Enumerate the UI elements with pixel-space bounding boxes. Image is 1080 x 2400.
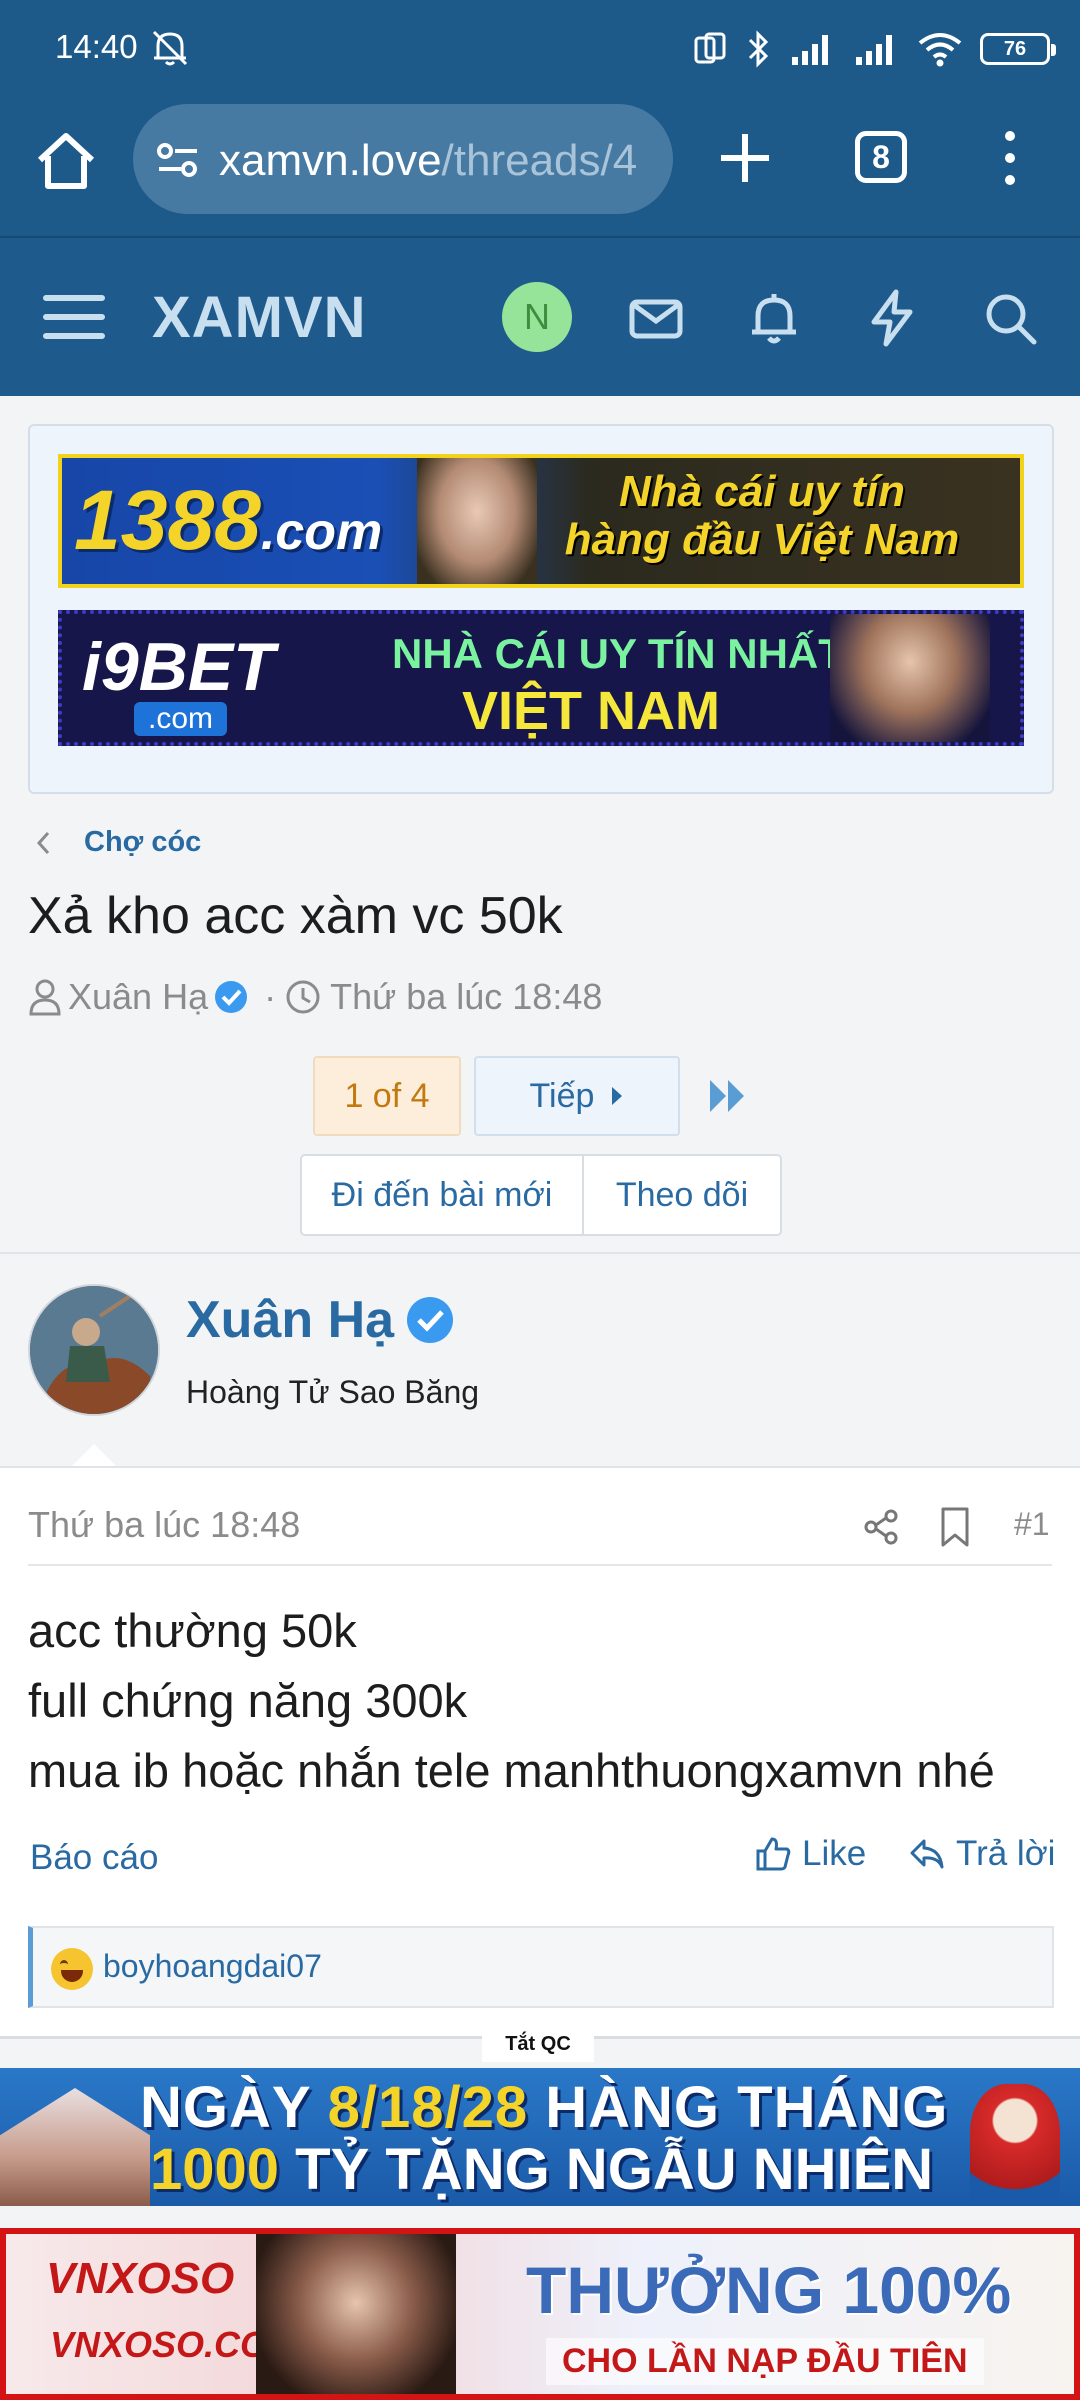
ad-brand: 1388.com bbox=[74, 473, 383, 567]
verified-badge-icon bbox=[407, 1297, 454, 1343]
reactions-bar[interactable]: boyhoangdai07 bbox=[28, 1926, 1054, 2008]
user-avatar-button[interactable]: N bbox=[502, 282, 572, 352]
post-username[interactable]: Xuân Hạ bbox=[186, 1290, 456, 1350]
thread-meta: Xuân Hạ · Thứ ba lúc 18:48 bbox=[28, 976, 602, 1018]
watch-thread-button[interactable]: Theo dõi bbox=[584, 1156, 780, 1234]
wifi-icon bbox=[918, 33, 962, 67]
post-line: mua ib hoặc nhắn tele manhthuongxamvn nh… bbox=[28, 1744, 995, 1797]
nfc-icon bbox=[694, 32, 726, 64]
ad-model-image bbox=[256, 2234, 456, 2394]
ad-subline: CHO LẦN NẠP ĐẦU TIÊN bbox=[546, 2338, 984, 2385]
clock-icon bbox=[286, 980, 320, 1014]
ad-model-image bbox=[830, 614, 990, 742]
inbox-icon[interactable] bbox=[626, 288, 686, 348]
site-logo[interactable]: XAMVN bbox=[152, 284, 366, 351]
like-button[interactable]: Like bbox=[754, 1834, 866, 1874]
search-icon[interactable] bbox=[980, 288, 1040, 348]
url-text[interactable]: xamvn.love/threads/4 bbox=[219, 136, 637, 186]
tab-switcher-button[interactable]: 8 bbox=[855, 131, 907, 183]
address-bar[interactable]: xamvn.love/threads/4 bbox=[133, 104, 673, 214]
ad-banner-1388[interactable]: 1388.com Nhà cái uy tín hàng đầu Việt Na… bbox=[58, 454, 1024, 588]
post-line: full chứng năng 300k bbox=[28, 1674, 468, 1727]
ad-banner-i9bet[interactable]: i9BET .com NHÀ CÁI UY TÍN NHẤT VIỆT NAM bbox=[58, 610, 1024, 746]
post-body: Thứ ba lúc 18:48 #1 acc thường 50k full … bbox=[0, 1466, 1080, 2036]
avatar[interactable] bbox=[28, 1284, 160, 1416]
notification-bell-icon[interactable] bbox=[744, 288, 804, 348]
verified-badge-icon bbox=[215, 981, 248, 1013]
ad-house-image bbox=[0, 2088, 150, 2206]
last-page-icon[interactable] bbox=[706, 1076, 750, 1116]
ad-banner-vnxoso[interactable]: VNXOSO VNXOSO.COM THƯỞNG 100% CHO LẦN NẠ… bbox=[0, 2228, 1080, 2400]
signal-icon bbox=[856, 35, 892, 65]
user-icon bbox=[29, 979, 61, 1016]
battery-icon: 76 bbox=[980, 33, 1056, 65]
ad-brand: i9BET bbox=[82, 629, 275, 705]
post-date[interactable]: Thứ ba lúc 18:48 bbox=[28, 1504, 300, 1546]
laughing-emoji-icon bbox=[51, 1948, 93, 1990]
post-number[interactable]: #1 bbox=[1014, 1506, 1050, 1543]
post-pointer bbox=[70, 1444, 118, 1468]
reply-label: Trả lời bbox=[956, 1834, 1056, 1873]
meta-separator: · bbox=[264, 976, 277, 1017]
site-settings-icon[interactable] bbox=[155, 137, 201, 183]
post-user-block: Xuân Hạ Hoàng Tử Sao Băng bbox=[0, 1252, 1080, 1468]
status-bar: 14:40 76 bbox=[0, 0, 1080, 96]
avatar-illustration bbox=[30, 1286, 158, 1414]
ad-brand-suffix: .com bbox=[134, 702, 228, 736]
breadcrumb[interactable]: Chợ cóc bbox=[84, 826, 201, 859]
thumbs-up-icon bbox=[756, 1837, 791, 1871]
caret-right-icon bbox=[612, 1087, 623, 1105]
mute-alarm-icon bbox=[152, 30, 188, 66]
thread-author[interactable]: Xuân Hạ bbox=[68, 976, 208, 1018]
thread-time: Thứ ba lúc 18:48 bbox=[330, 976, 603, 1017]
user-title: Hoàng Tử Sao Băng bbox=[186, 1374, 480, 1410]
close-ads-button[interactable]: Tắt QC bbox=[482, 2026, 594, 2062]
like-label: Like bbox=[802, 1834, 867, 1873]
reply-icon bbox=[910, 1839, 944, 1869]
ad-promo-line1: NGÀY 8/18/28 HÀNG THÁNG bbox=[140, 2075, 949, 2140]
status-time: 14:40 bbox=[55, 28, 138, 65]
new-tab-icon[interactable] bbox=[715, 128, 775, 188]
next-page-label: Tiếp bbox=[529, 1076, 595, 1115]
whats-new-bolt-icon[interactable] bbox=[862, 288, 922, 348]
url-path: /threads/4 bbox=[441, 136, 638, 185]
post-line: acc thường 50k bbox=[28, 1604, 357, 1657]
bluetooth-icon bbox=[748, 30, 769, 68]
next-page-button[interactable]: Tiếp bbox=[474, 1056, 680, 1136]
share-icon[interactable] bbox=[862, 1508, 900, 1546]
ad-banner-promo[interactable]: NGÀY 8/18/28 HÀNG THÁNG 1000 TỶ TẶNG NGẪ… bbox=[0, 2068, 1080, 2206]
ad-model-image bbox=[417, 458, 537, 584]
ad-slogan-line1: NHÀ CÁI UY TÍN NHẤT bbox=[392, 630, 844, 677]
ad-promo-line2: 1000 TỶ TẶNG NGẪU NHIÊN bbox=[150, 2137, 934, 2202]
ad-container: 1388.com Nhà cái uy tín hàng đầu Việt Na… bbox=[28, 424, 1054, 794]
ad-slogan: Nhà cái uy tín hàng đầu Việt Nam bbox=[564, 467, 960, 564]
ad-slogan-line2: VIỆT NAM bbox=[462, 681, 721, 741]
page-current[interactable]: 1 of 4 bbox=[313, 1056, 461, 1136]
status-icons: 76 bbox=[692, 28, 1056, 70]
ad-headline: THƯỞNG 100% bbox=[526, 2253, 1012, 2327]
divider bbox=[28, 1564, 1052, 1566]
url-host: xamvn.love bbox=[219, 136, 442, 185]
post-actions: Báo cáo Like Trả lời bbox=[0, 1834, 1080, 1898]
page-title: Xả kho acc xàm vc 50k bbox=[28, 887, 563, 945]
report-link[interactable]: Báo cáo bbox=[30, 1838, 158, 1878]
ad-santa-image bbox=[970, 2084, 1060, 2206]
chevron-left-icon[interactable] bbox=[32, 828, 56, 858]
site-header: XAMVN N bbox=[0, 236, 1080, 396]
post-username-text: Xuân Hạ bbox=[186, 1291, 395, 1349]
reaction-user[interactable]: boyhoangdai07 bbox=[103, 1948, 322, 1985]
reply-button[interactable]: Trả lời bbox=[908, 1834, 1055, 1874]
more-menu-icon[interactable] bbox=[990, 126, 1030, 190]
post-message: acc thường 50k full chứng năng 300k mua … bbox=[28, 1596, 995, 1806]
browser-toolbar: xamvn.love/threads/4 8 bbox=[0, 96, 1080, 236]
ad-brand: VNXOSO bbox=[46, 2254, 235, 2303]
home-icon[interactable] bbox=[32, 128, 100, 196]
hamburger-menu-icon[interactable] bbox=[42, 290, 106, 344]
bookmark-icon[interactable] bbox=[938, 1506, 972, 1548]
goto-new-post-button[interactable]: Đi đến bài mới bbox=[302, 1156, 584, 1234]
signal-icon bbox=[792, 35, 828, 65]
thread-actions: Đi đến bài mới Theo dõi bbox=[300, 1154, 782, 1236]
